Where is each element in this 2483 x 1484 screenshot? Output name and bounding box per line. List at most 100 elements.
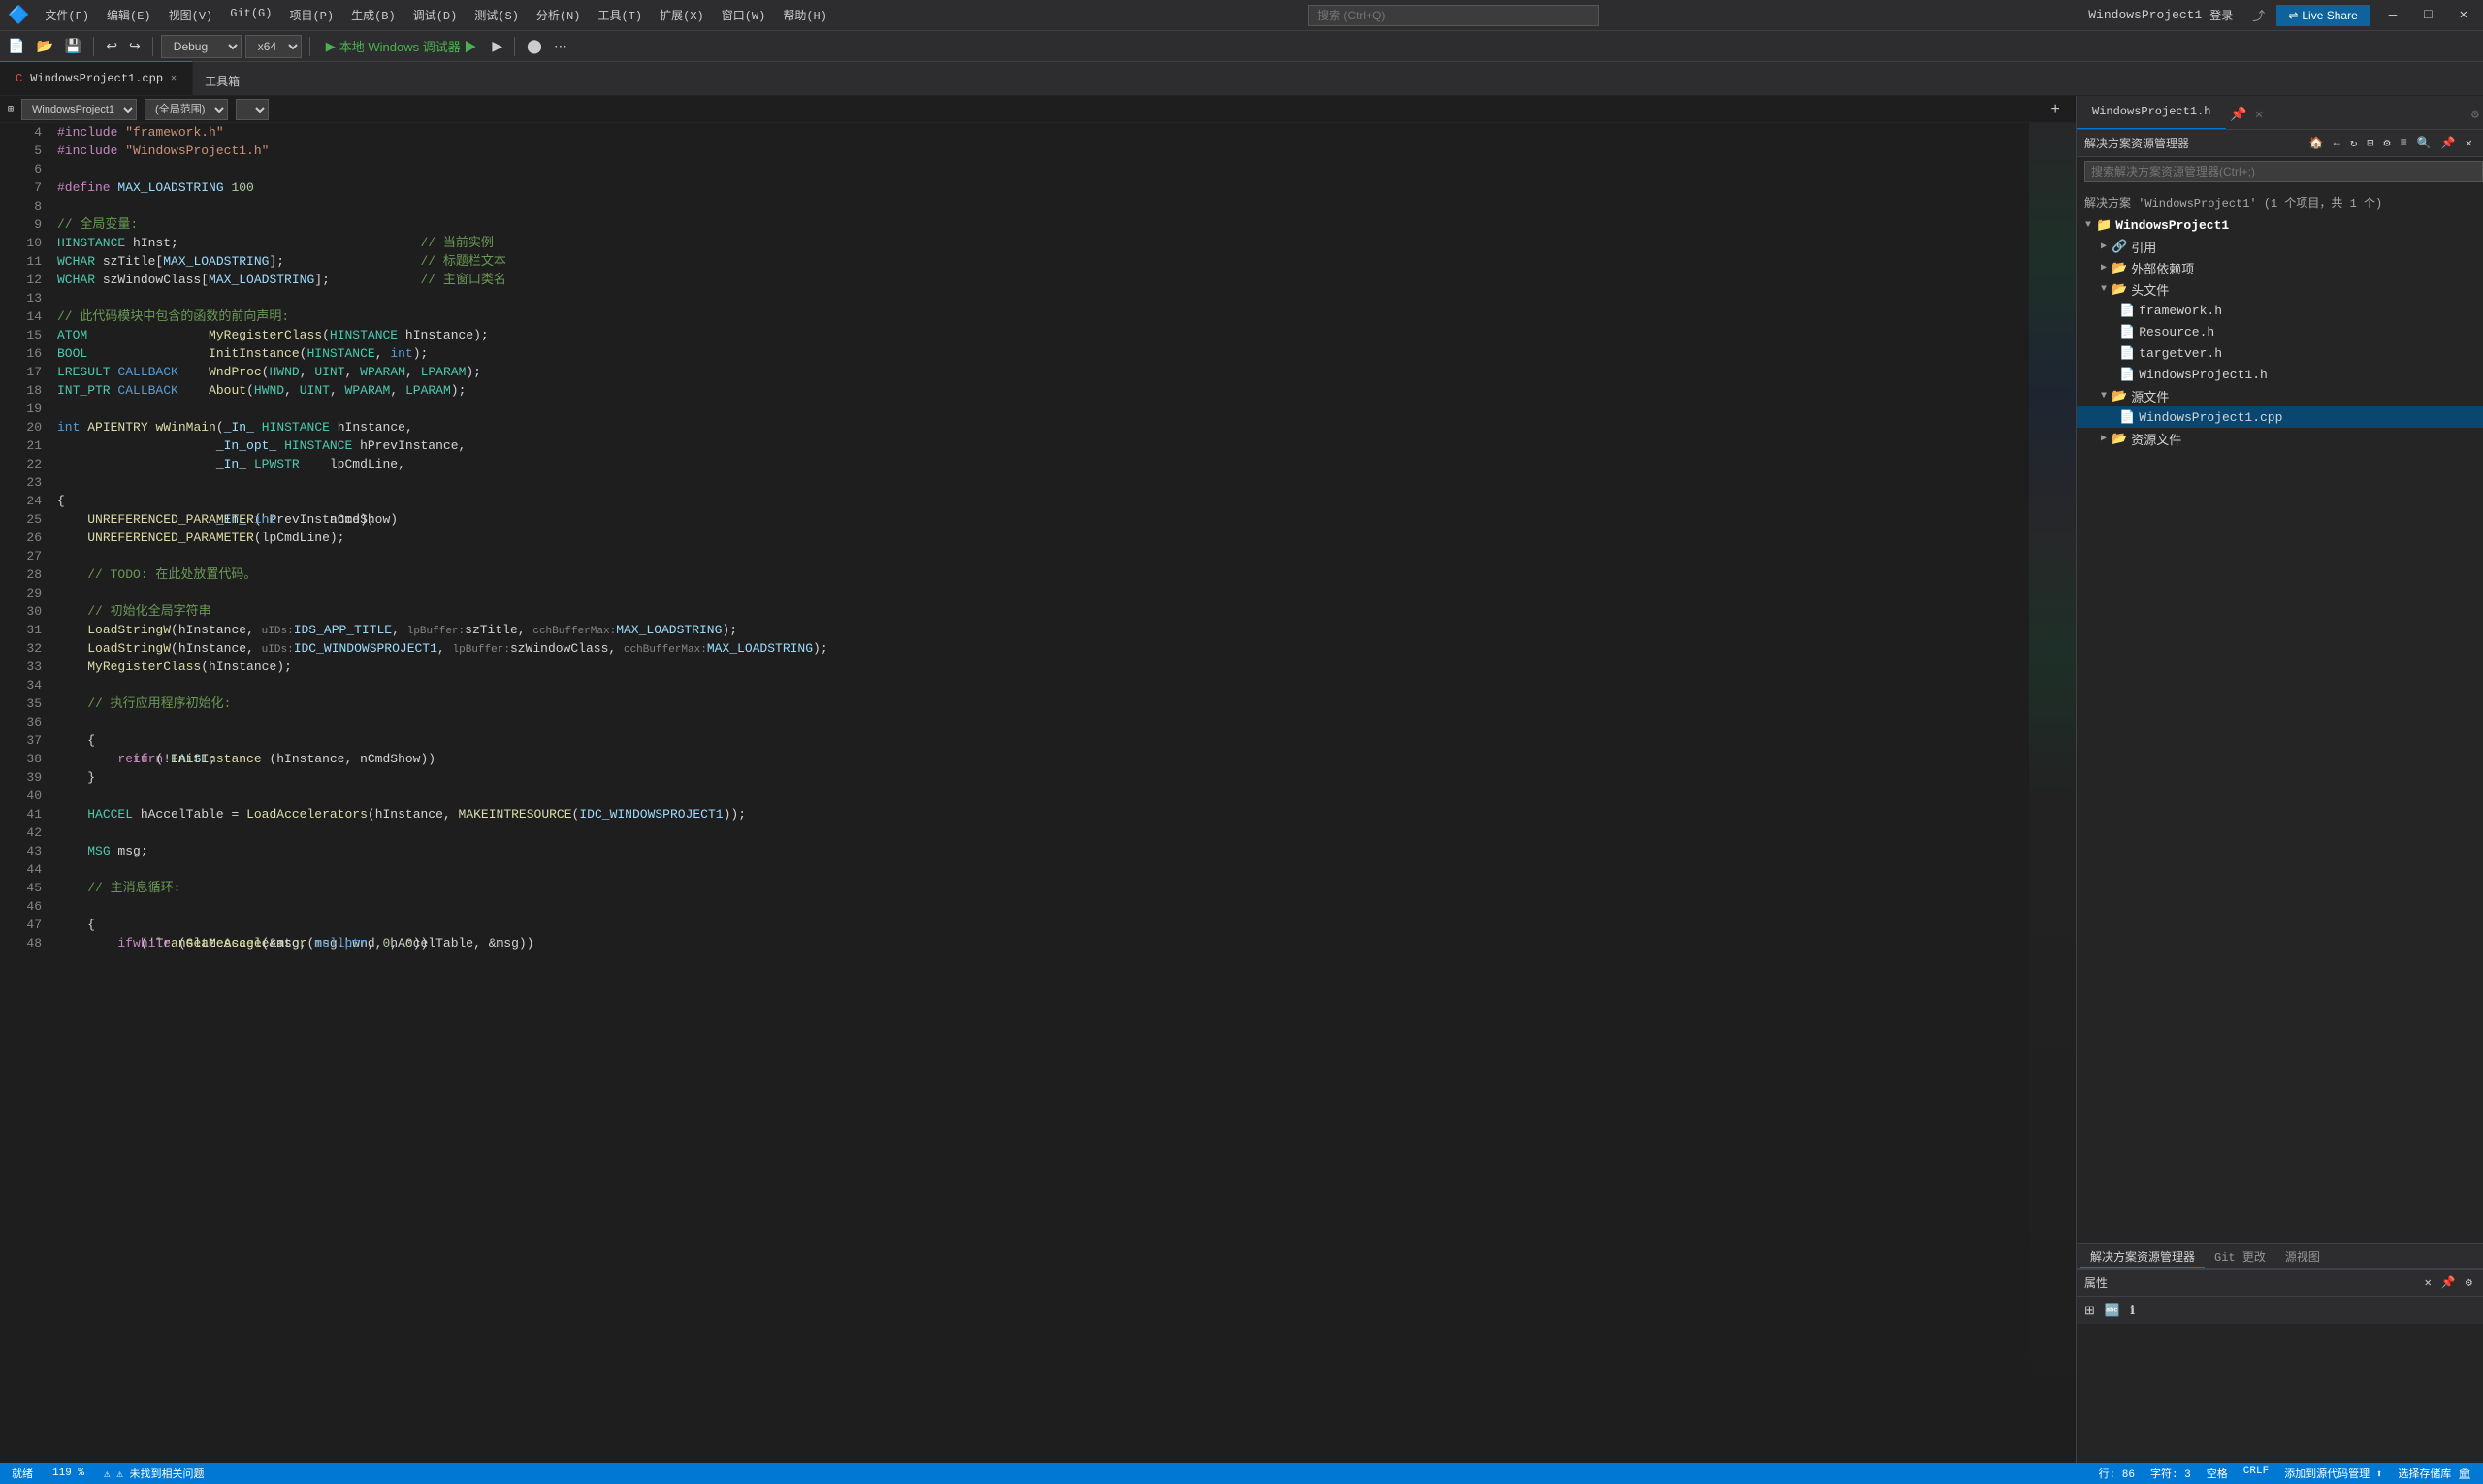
- prop-pin-btn[interactable]: 📌: [2438, 1274, 2459, 1291]
- status-eol[interactable]: CRLF: [2240, 1466, 2273, 1481]
- se-search-btn[interactable]: 🔍: [2414, 135, 2435, 151]
- menu-analyze[interactable]: 分析(N): [529, 3, 589, 27]
- menu-extensions[interactable]: 扩展(X): [652, 3, 712, 27]
- code-line-6: [53, 160, 2029, 178]
- tree-label-extdeps: 外部依赖项: [2131, 259, 2194, 277]
- menu-project[interactable]: 项目(P): [281, 3, 341, 27]
- code-content-area[interactable]: 45678 910111213 1415161718 1920212223 24…: [0, 123, 2076, 1463]
- se-pin-btn[interactable]: 📌: [2438, 135, 2459, 151]
- prop-cat-btn[interactable]: ⊞: [2080, 1301, 2099, 1320]
- status-line[interactable]: 行: 86: [2095, 1466, 2139, 1481]
- tab-bar: C WindowsProject1.cpp ✕ 工具箱: [0, 62, 2483, 96]
- se-home-btn[interactable]: 🏠: [2306, 135, 2327, 151]
- status-col[interactable]: 字符: 3: [2146, 1466, 2195, 1481]
- right-tab-pin[interactable]: 📌: [2226, 101, 2250, 129]
- status-select-repo[interactable]: 选择存储库 🏛: [2394, 1466, 2475, 1481]
- code-line-7: #define MAX_LOADSTRING 100: [53, 178, 2029, 197]
- se-close-btn[interactable]: ✕: [2463, 135, 2475, 151]
- symbol-select-dropdown[interactable]: [236, 99, 269, 120]
- maximize-button[interactable]: □: [2416, 4, 2439, 27]
- code-line-35: // 执行应用程序初始化:: [53, 694, 2029, 713]
- menu-build[interactable]: 生成(B): [343, 3, 403, 27]
- global-search-input[interactable]: [1308, 5, 1599, 26]
- solution-search-input[interactable]: [2084, 161, 2483, 182]
- live-share-label: Live Share: [2302, 9, 2357, 22]
- toolbar-undo-btn[interactable]: ↩: [102, 36, 121, 56]
- tree-item-sources[interactable]: ▼ 📂 源文件: [2077, 385, 2483, 406]
- toolbar-save-btn[interactable]: 💾: [61, 36, 85, 56]
- tab-close-main[interactable]: ✕: [171, 73, 177, 84]
- right-tab-close[interactable]: ✕: [2251, 101, 2267, 129]
- tree-item-wproj-cpp[interactable]: 📄 WindowsProject1.cpp: [2077, 406, 2483, 428]
- prop-menu-btn[interactable]: ⚙: [2463, 1274, 2475, 1291]
- tree-item-externaldeps[interactable]: ▶ 📂 外部依赖项: [2077, 257, 2483, 278]
- tab-editor-main[interactable]: C WindowsProject1.cpp ✕: [0, 61, 193, 95]
- menu-edit[interactable]: 编辑(E): [99, 3, 159, 27]
- bottom-tab-solution[interactable]: 解决方案资源管理器: [2080, 1246, 2205, 1268]
- se-refresh-btn[interactable]: ↻: [2347, 135, 2360, 151]
- right-tab-solution[interactable]: WindowsProject1.h: [2077, 96, 2226, 129]
- tree-arrow-ref: ▶: [2096, 241, 2112, 252]
- tree-item-headers[interactable]: ▼ 📂 头文件: [2077, 278, 2483, 300]
- title-bar-center: [835, 5, 2073, 26]
- se-filter-btn[interactable]: ⚙: [2380, 135, 2393, 151]
- minimap[interactable]: [2029, 123, 2076, 1463]
- code-line-46: ⊟ while (GetMessage(&msg, nullptr, 0, 0)…: [53, 897, 2029, 916]
- menu-git[interactable]: Git(G): [222, 3, 279, 27]
- status-zoom[interactable]: 119 %: [52, 1468, 84, 1479]
- minimize-button[interactable]: —: [2381, 4, 2404, 27]
- status-add-vcs[interactable]: 添加到源代码管理 ⬆: [2280, 1466, 2386, 1481]
- add-file-button[interactable]: +: [2043, 99, 2068, 120]
- live-share-button[interactable]: ⇌ Live Share: [2276, 5, 2369, 26]
- tree-item-references[interactable]: ▶ 🔗 引用: [2077, 236, 2483, 257]
- menu-tools[interactable]: 工具(T): [591, 3, 651, 27]
- platform-dropdown[interactable]: x64 x86: [245, 35, 302, 58]
- file-scope-dropdown[interactable]: WindowsProject1: [21, 99, 137, 120]
- run-debugger-button[interactable]: ▶ 本地 Windows 调试器 ▶: [318, 35, 485, 57]
- code-line-5: #include "WindowsProject1.h": [53, 142, 2029, 160]
- status-warning[interactable]: ⚠ ⚠ 未找到相关问题: [100, 1466, 208, 1481]
- tree-item-framework-h[interactable]: 📄 framework.h: [2077, 300, 2483, 321]
- menu-view[interactable]: 视图(V): [161, 3, 221, 27]
- bottom-tab-source[interactable]: 源视图: [2275, 1246, 2330, 1268]
- toolbar-new-btn[interactable]: 📄: [4, 36, 28, 56]
- close-button[interactable]: ✕: [2452, 3, 2475, 27]
- tree-item-resources[interactable]: ▶ 📂 资源文件: [2077, 428, 2483, 449]
- toolbar-redo-btn[interactable]: ↪: [125, 36, 145, 56]
- symbol-scope-dropdown[interactable]: (全局范围): [145, 99, 228, 120]
- status-space[interactable]: 空格: [2203, 1466, 2232, 1481]
- toolbar-more-btn[interactable]: ⋯: [550, 36, 571, 56]
- debug-config-dropdown[interactable]: Debug Release: [161, 35, 242, 58]
- toolbar-open-btn[interactable]: 📂: [32, 36, 56, 56]
- solution-search-container: [2077, 157, 2483, 186]
- toolbar-attach-btn[interactable]: ▶: [488, 36, 506, 56]
- menu-help[interactable]: 帮助(H): [775, 3, 835, 27]
- se-back-btn[interactable]: ←: [2331, 135, 2343, 151]
- menu-test[interactable]: 测试(S): [467, 3, 527, 27]
- tree-item-wprojh[interactable]: 📄 WindowsProject1.h: [2077, 364, 2483, 385]
- solution-explorer-header: 解决方案资源管理器 🏠 ← ↻ ⊟ ⚙ ≡ 🔍 📌 ✕: [2077, 130, 2483, 157]
- warning-icon: ⚠: [104, 1469, 111, 1481]
- se-collapse-btn[interactable]: ⊟: [2364, 135, 2376, 151]
- right-tab-menu[interactable]: ⚙: [2467, 101, 2483, 129]
- tree-item-targetver-h[interactable]: 📄 targetver.h: [2077, 342, 2483, 364]
- code-line-17: LRESULT CALLBACK WndProc(HWND, UINT, WPA…: [53, 363, 2029, 381]
- prop-info-btn[interactable]: ℹ: [2126, 1301, 2139, 1320]
- tree-label-wprojh: WindowsProject1.h: [2139, 368, 2268, 382]
- menu-file[interactable]: 文件(F): [37, 3, 97, 27]
- code-line-37: {: [53, 731, 2029, 750]
- login-button[interactable]: 登录: [2202, 3, 2241, 27]
- solution-tree: 解决方案 'WindowsProject1' (1 个项目，共 1 个) ▼ 📁…: [2077, 186, 2483, 1243]
- status-ready[interactable]: 就绪: [8, 1466, 37, 1481]
- se-settings-btn[interactable]: ≡: [2398, 135, 2410, 151]
- tree-item-resource-h[interactable]: 📄 Resource.h: [2077, 321, 2483, 342]
- menu-debug[interactable]: 调试(D): [405, 3, 466, 27]
- code-line-21: _In_opt_ HINSTANCE hPrevInstance,: [53, 436, 2029, 455]
- tree-solution-root[interactable]: ▼ 📁 WindowsProject1: [2077, 214, 2483, 236]
- menu-window[interactable]: 窗口(W): [714, 3, 774, 27]
- code-line-12: WCHAR szWindowClass[MAX_LOADSTRING]; // …: [53, 271, 2029, 289]
- prop-alpha-btn[interactable]: 🔤: [2101, 1301, 2124, 1320]
- bottom-tab-git[interactable]: Git 更改: [2205, 1246, 2275, 1268]
- prop-close-btn[interactable]: ✕: [2422, 1274, 2435, 1291]
- toolbar-breakpoint-btn[interactable]: ⬤: [523, 36, 546, 56]
